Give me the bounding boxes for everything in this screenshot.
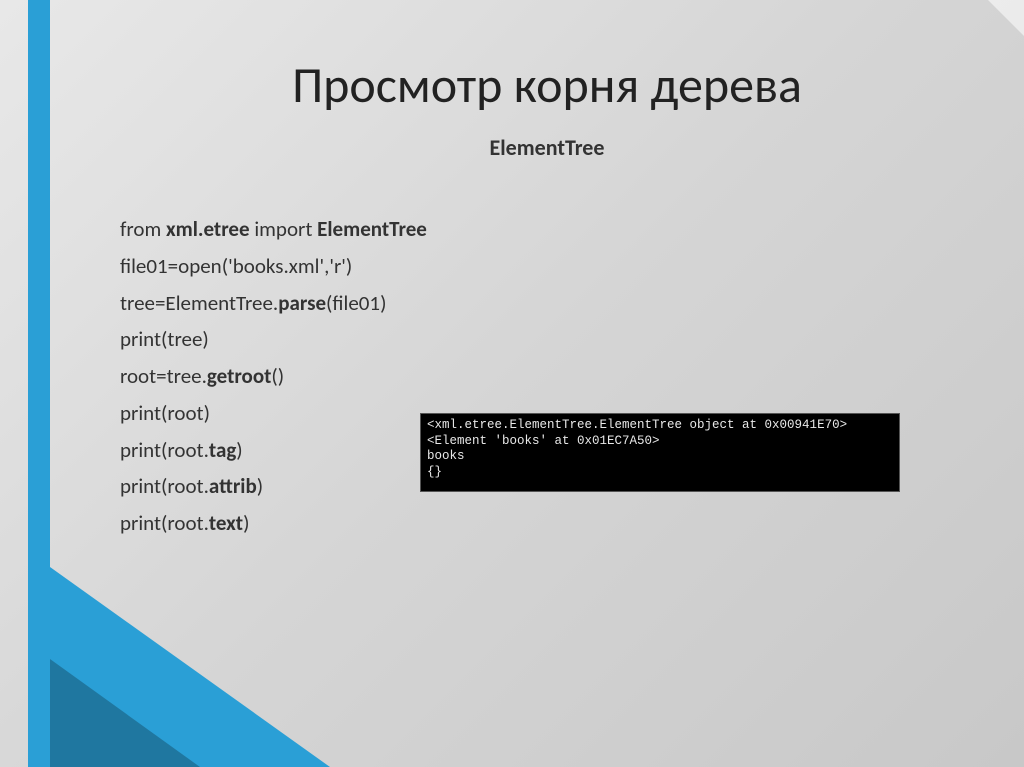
- code-block: from xml.etree import ElementTree file01…: [120, 211, 974, 542]
- code-line-9: print(root.text): [120, 505, 974, 542]
- accent-bar: [28, 0, 50, 767]
- slide-subtitle: ElementTree: [120, 134, 974, 161]
- code-line-5: root=tree.getroot(): [120, 358, 974, 395]
- code-line-1: from xml.etree import ElementTree: [120, 211, 974, 248]
- code-line-3: tree=ElementTree.parse(file01): [120, 285, 974, 322]
- code-line-4: print(tree): [120, 321, 974, 358]
- slide-title: Просмотр корня дерева: [120, 55, 974, 116]
- corner-fold: [988, 0, 1024, 36]
- terminal-output: <xml.etree.ElementTree.ElementTree objec…: [420, 413, 900, 492]
- code-line-2: file01=open('books.xml','r'): [120, 248, 974, 285]
- accent-triangle-shadow: [50, 659, 200, 767]
